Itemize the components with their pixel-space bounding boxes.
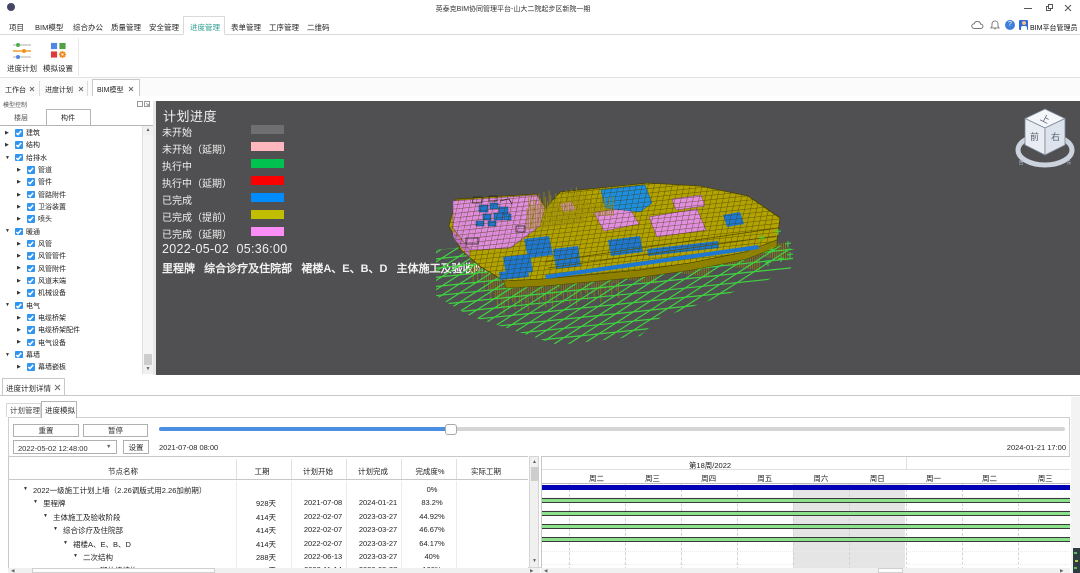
svg-text:西: 西 [1019, 160, 1024, 166]
svg-text:前: 前 [1030, 131, 1039, 142]
svg-text:东: 东 [1067, 159, 1072, 165]
svg-text:右: 右 [1051, 131, 1060, 142]
